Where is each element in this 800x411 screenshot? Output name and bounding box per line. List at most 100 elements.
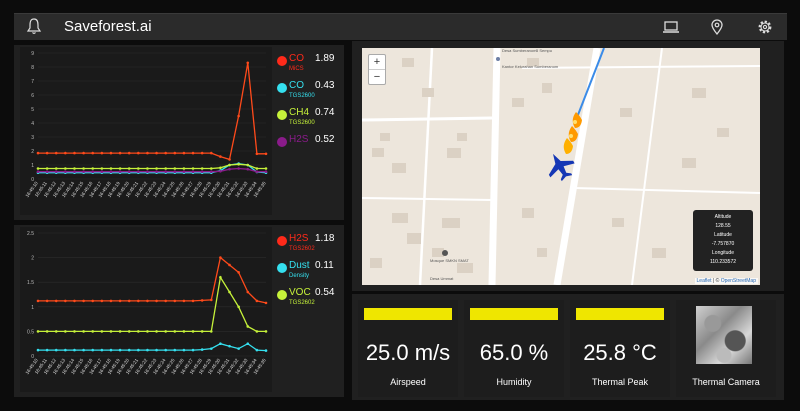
- map-pin-icon[interactable]: [708, 18, 726, 36]
- data-point: [100, 170, 104, 174]
- longitude-value: 110.233572: [709, 259, 737, 265]
- flight-map[interactable]: Desa Sumberanom 5 Sempu Kantor Kelurahan…: [362, 48, 760, 285]
- data-point: [45, 348, 49, 352]
- data-point: [173, 170, 177, 174]
- data-point: [200, 167, 204, 170]
- y-tick-label: 2.5: [27, 231, 34, 237]
- map-road: [362, 116, 493, 122]
- data-point: [54, 299, 58, 303]
- latitude-value: -7.757870: [711, 241, 735, 247]
- data-point: [155, 167, 158, 170]
- data-point: [36, 167, 40, 170]
- data-point: [118, 299, 122, 303]
- data-point: [36, 348, 40, 352]
- data-point: [219, 170, 222, 173]
- data-point: [191, 348, 195, 352]
- data-point: [137, 348, 140, 352]
- data-point: [182, 348, 186, 352]
- data-point: [127, 348, 131, 352]
- data-point: [255, 348, 259, 352]
- data-point: [91, 151, 95, 155]
- legend-value: 0.43: [315, 80, 335, 91]
- data-point: [54, 151, 58, 155]
- data-point: [109, 170, 113, 174]
- map-building: [422, 88, 434, 97]
- map-building: [692, 88, 706, 98]
- top-bar: Saveforest.ai: [14, 13, 787, 40]
- data-point: [73, 170, 76, 174]
- data-point: [54, 170, 58, 174]
- legend-value: 0.74: [315, 107, 335, 118]
- legend-name: CO: [289, 80, 304, 91]
- data-point: [255, 152, 259, 156]
- gas-chart-1: 0 1 2 3 4 5 6 7 8 9 16:45:10 16:45:11 16:45:12 16:45:…: [20, 47, 272, 215]
- data-point: [264, 330, 268, 333]
- data-point: [191, 170, 195, 174]
- leaflet-link[interactable]: Leaflet: [697, 278, 712, 284]
- zoom-out-button[interactable]: −: [369, 69, 385, 84]
- thermal-camera-tile[interactable]: Thermal Camera: [676, 300, 776, 397]
- data-point: [146, 330, 149, 333]
- map-building: [457, 263, 473, 273]
- data-point: [173, 299, 177, 303]
- y-tick-label: 0.5: [27, 329, 34, 335]
- zoom-in-button[interactable]: +: [369, 55, 385, 69]
- data-point: [82, 151, 85, 155]
- map-road: [488, 48, 501, 285]
- map-zoom-control: + −: [368, 54, 386, 85]
- legend-item: CH4 TGS2600 0.74: [277, 107, 357, 137]
- thermal-peak-tile: 25.8 °C Thermal Peak: [570, 300, 670, 397]
- laptop-icon[interactable]: [662, 18, 680, 36]
- airspeed-label: Airspeed: [390, 377, 426, 387]
- data-point: [228, 290, 231, 294]
- data-point: [200, 151, 204, 155]
- bell-icon[interactable]: [26, 17, 42, 35]
- data-point: [219, 256, 222, 259]
- data-point: [182, 151, 186, 155]
- airspeed-value: 25.0 m/s: [365, 340, 451, 365]
- gear-icon[interactable]: [756, 18, 774, 36]
- data-point: [209, 298, 213, 302]
- map-building: [407, 233, 421, 244]
- data-point: [219, 342, 222, 345]
- y-tick-label: 7: [31, 79, 34, 85]
- legend-item: H2S TGS2602 1.18: [277, 233, 357, 263]
- map-building: [442, 218, 460, 228]
- data-point: [146, 299, 149, 303]
- y-tick-label: 8: [31, 65, 34, 71]
- data-point: [219, 275, 222, 279]
- gas-chart-panel-1: 0 1 2 3 4 5 6 7 8 9 16:45:10 16:45:11 16:45:12 16:45:…: [14, 45, 344, 220]
- data-point: [182, 299, 186, 303]
- y-tick-label: 6: [31, 93, 34, 99]
- data-point: [127, 167, 131, 170]
- data-point: [173, 151, 177, 155]
- thermal-peak-bar: [576, 308, 664, 320]
- data-point: [54, 167, 58, 170]
- osm-link[interactable]: OpenStreetMap: [721, 278, 756, 284]
- data-point: [155, 330, 158, 333]
- legend-dot: [277, 236, 287, 246]
- data-point: [91, 170, 95, 174]
- thermal-camera-image[interactable]: [696, 306, 752, 364]
- legend-dot: [277, 137, 287, 147]
- y-tick-label: 1.5: [27, 280, 34, 286]
- map-building: [620, 108, 632, 117]
- legend-dot: [277, 83, 287, 93]
- data-point: [82, 170, 85, 174]
- legend-name: Dust: [289, 260, 310, 271]
- map-label-kantor: Kantor Kelurahan Sumberanom: [502, 64, 559, 69]
- map-building: [372, 148, 384, 157]
- data-point: [109, 330, 113, 333]
- data-point: [164, 299, 167, 303]
- y-tick-label: 3: [31, 135, 34, 141]
- data-point: [54, 330, 58, 333]
- gas-chart-panel-2: 0 0.5 1 1.5 2 2.5 16:45:10 16:45:11 16:45:12 16:4…: [14, 225, 344, 397]
- data-point: [209, 167, 213, 170]
- y-tick-label: 1: [31, 305, 34, 311]
- poi-marker: [496, 57, 500, 61]
- data-point: [137, 167, 140, 170]
- data-point: [191, 330, 195, 333]
- legend-item: VOC TGS2602 0.54: [277, 287, 357, 317]
- data-point: [164, 170, 167, 174]
- data-point: [182, 170, 186, 174]
